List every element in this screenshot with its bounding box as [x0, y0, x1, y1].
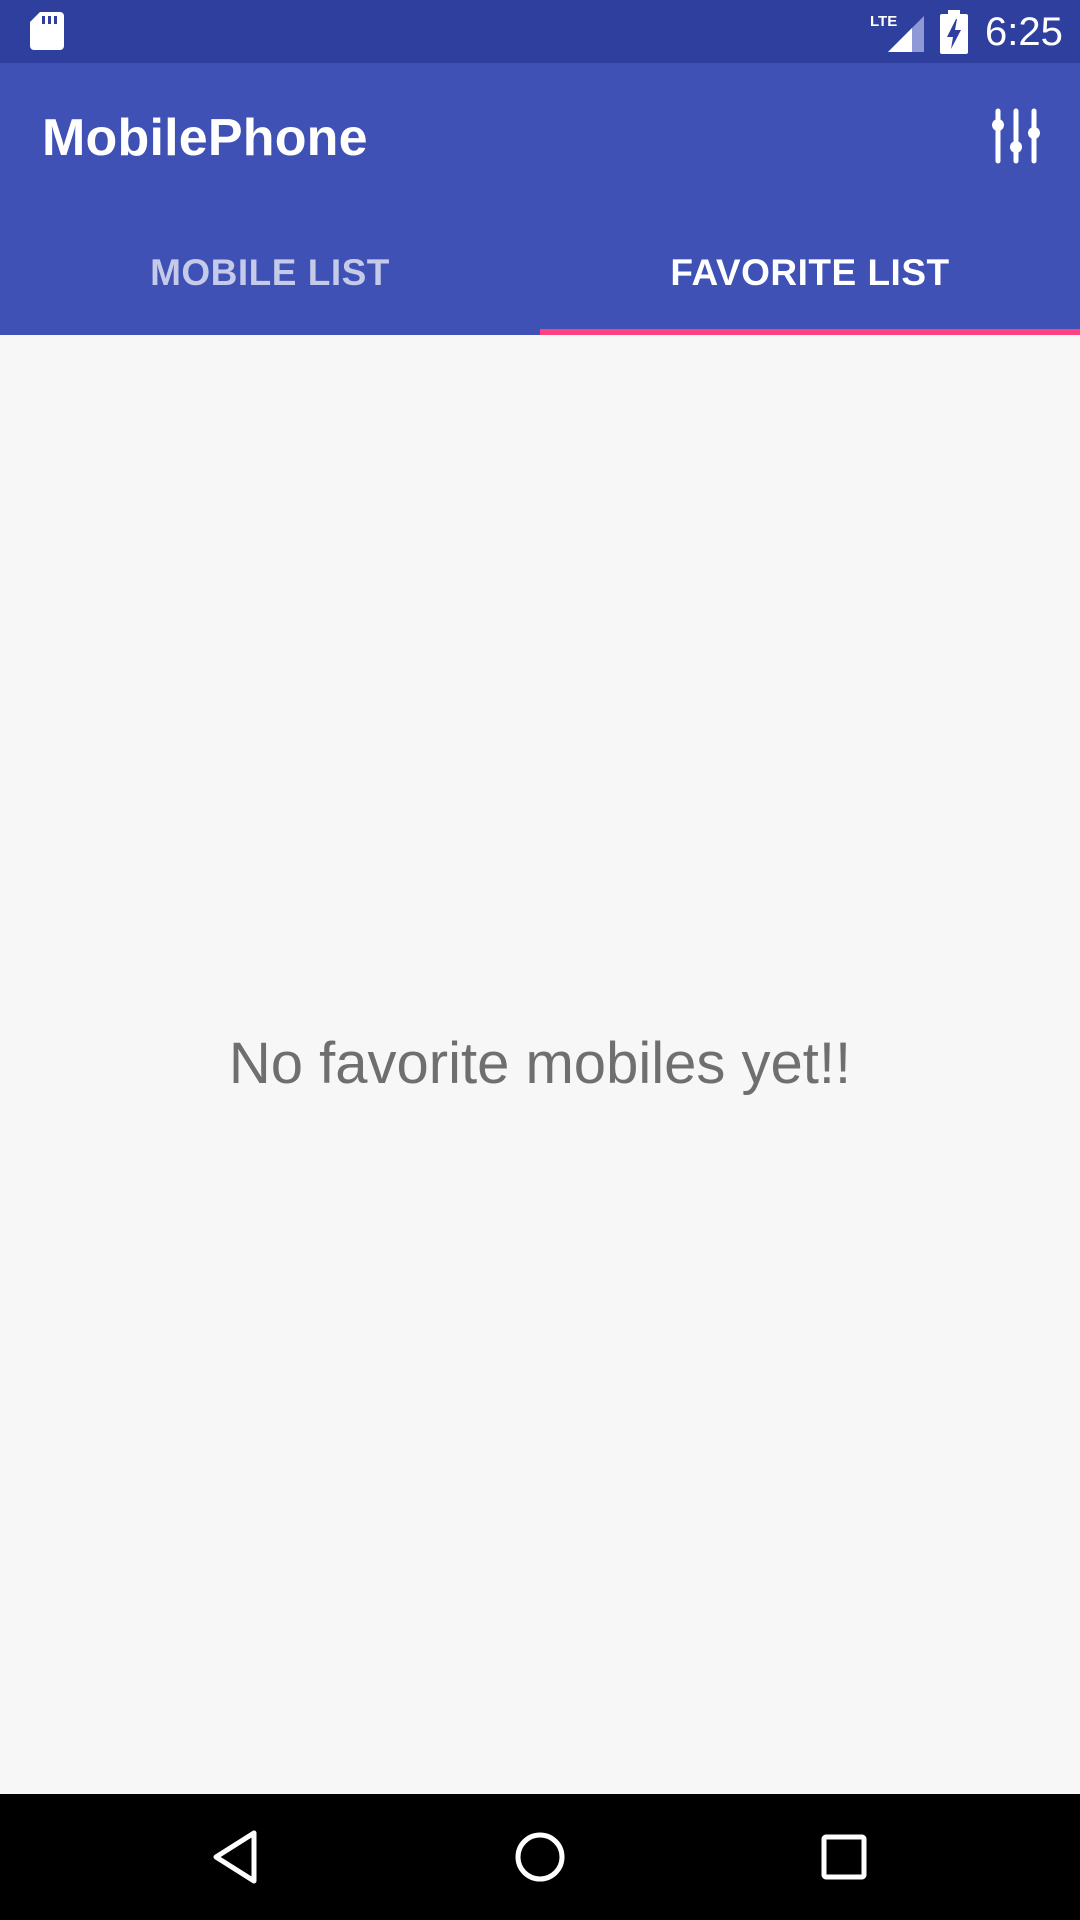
favorite-list-content: No favorite mobiles yet!! — [0, 335, 1080, 1794]
signal-icon: LTE — [870, 13, 924, 52]
app-title: MobilePhone — [42, 109, 368, 167]
battery-charging-icon — [940, 10, 968, 54]
empty-state-message: No favorite mobiles yet!! — [228, 1031, 852, 1096]
status-time: 6:25 — [985, 10, 1063, 54]
status-bar: LTE 6:25 — [0, 0, 1080, 63]
tab-favorite-list-label: FAVORITE LIST — [670, 251, 950, 293]
tab-mobile-list[interactable]: MOBILE LIST — [0, 210, 540, 335]
sd-card-icon — [30, 12, 64, 50]
tab-bar: MOBILE LIST FAVORITE LIST — [0, 210, 1080, 335]
navigation-bar — [0, 1794, 1080, 1920]
app-bar: MobilePhone — [0, 63, 1080, 210]
back-icon[interactable] — [198, 1819, 274, 1895]
recents-icon[interactable] — [806, 1819, 882, 1895]
network-label: LTE — [870, 13, 897, 30]
home-icon[interactable] — [502, 1819, 578, 1895]
tab-favorite-list[interactable]: FAVORITE LIST — [540, 210, 1080, 335]
sliders-icon[interactable] — [980, 101, 1052, 173]
tab-mobile-list-label: MOBILE LIST — [150, 251, 390, 293]
